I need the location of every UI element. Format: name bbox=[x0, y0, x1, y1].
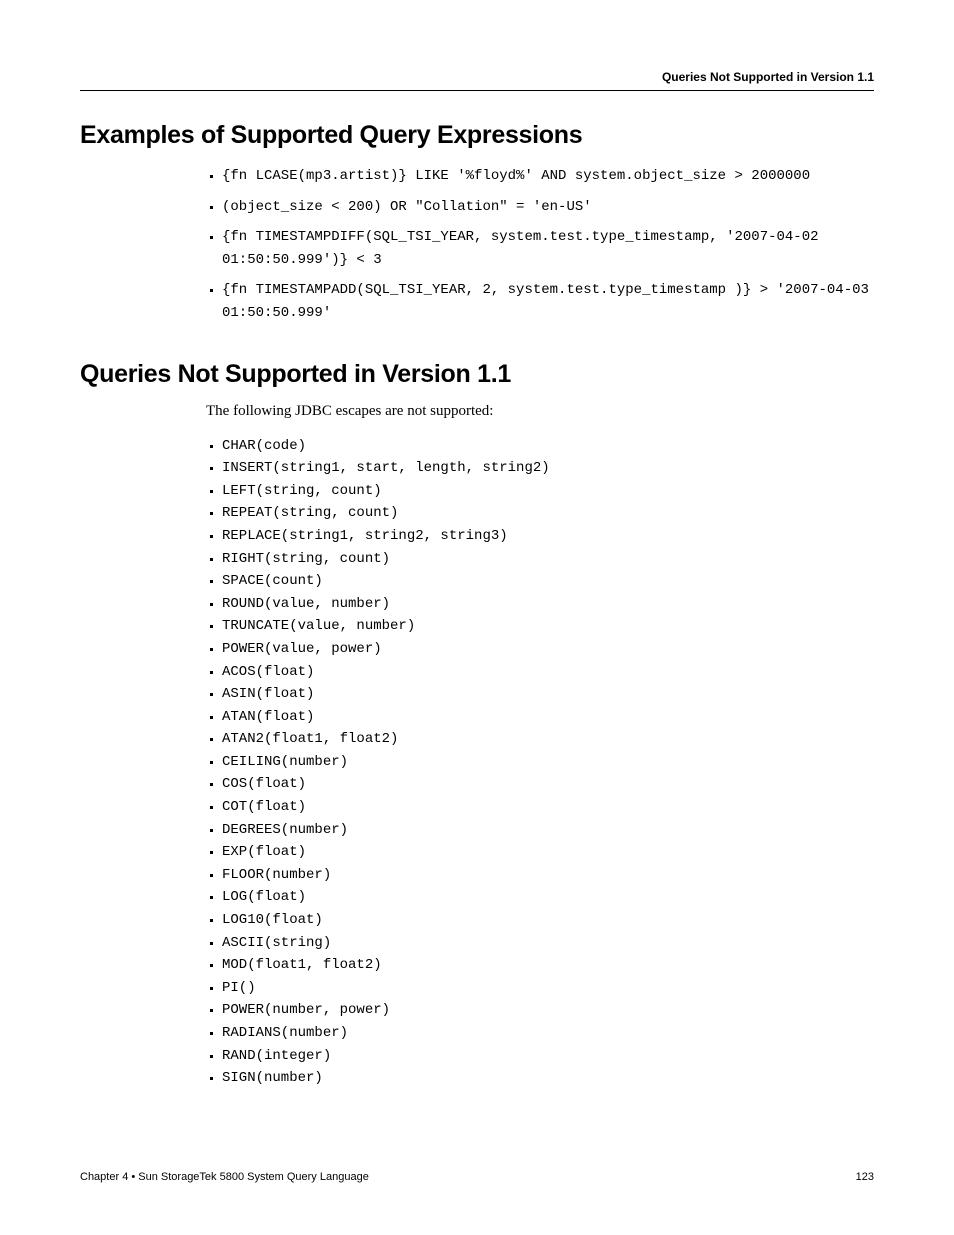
list-item: ACOS(float) bbox=[222, 660, 874, 683]
list-item: PI() bbox=[222, 976, 874, 999]
code-fn: COT(float) bbox=[222, 799, 306, 815]
code-fn: CHAR(code) bbox=[222, 438, 306, 454]
examples-list-block: {fn LCASE(mp3.artist)} LIKE '%floyd%' AN… bbox=[206, 164, 874, 324]
list-item: LEFT(string, count) bbox=[222, 479, 874, 502]
list-item: LOG(float) bbox=[222, 885, 874, 908]
list-item: FLOOR(number) bbox=[222, 863, 874, 886]
footer-page-number: 123 bbox=[856, 1171, 874, 1183]
code-fn: ACOS(float) bbox=[222, 664, 314, 680]
not-supported-list: CHAR(code) INSERT(string1, start, length… bbox=[206, 434, 874, 1089]
list-item: {fn TIMESTAMPADD(SQL_TSI_YEAR, 2, system… bbox=[222, 278, 874, 323]
list-item: COS(float) bbox=[222, 772, 874, 795]
code-fn: MOD(float1, float2) bbox=[222, 957, 382, 973]
list-item: COT(float) bbox=[222, 795, 874, 818]
code-fn: DEGREES(number) bbox=[222, 822, 348, 838]
page: Queries Not Supported in Version 1.1 Exa… bbox=[0, 0, 954, 1235]
code-fn: RAND(integer) bbox=[222, 1048, 331, 1064]
code-fn: LOG(float) bbox=[222, 889, 306, 905]
list-item: ATAN2(float1, float2) bbox=[222, 727, 874, 750]
code-fn: SPACE(count) bbox=[222, 573, 323, 589]
code-fn: ASIN(float) bbox=[222, 686, 314, 702]
list-item: {fn LCASE(mp3.artist)} LIKE '%floyd%' AN… bbox=[222, 164, 874, 187]
list-item: INSERT(string1, start, length, string2) bbox=[222, 456, 874, 479]
code-example: {fn LCASE(mp3.artist)} LIKE '%floyd%' AN… bbox=[222, 168, 810, 184]
running-header: Queries Not Supported in Version 1.1 bbox=[80, 70, 874, 91]
list-item: ASCII(string) bbox=[222, 931, 874, 954]
list-item: (object_size < 200) OR "Collation" = 'en… bbox=[222, 195, 874, 218]
code-fn: COS(float) bbox=[222, 776, 306, 792]
list-item: CHAR(code) bbox=[222, 434, 874, 457]
list-item: SIGN(number) bbox=[222, 1066, 874, 1089]
code-fn: TRUNCATE(value, number) bbox=[222, 618, 415, 634]
code-fn: POWER(number, power) bbox=[222, 1002, 390, 1018]
code-fn: SIGN(number) bbox=[222, 1070, 323, 1086]
list-item: MOD(float1, float2) bbox=[222, 953, 874, 976]
list-item: ATAN(float) bbox=[222, 705, 874, 728]
code-fn: LOG10(float) bbox=[222, 912, 323, 928]
code-fn: RADIANS(number) bbox=[222, 1025, 348, 1041]
list-item: RADIANS(number) bbox=[222, 1021, 874, 1044]
section-title-not-supported: Queries Not Supported in Version 1.1 bbox=[80, 360, 874, 389]
code-fn: EXP(float) bbox=[222, 844, 306, 860]
code-fn: PI() bbox=[222, 980, 256, 996]
code-example: {fn TIMESTAMPADD(SQL_TSI_YEAR, 2, system… bbox=[222, 282, 869, 321]
code-fn: REPEAT(string, count) bbox=[222, 505, 398, 521]
page-footer: Chapter 4 • Sun StorageTek 5800 System Q… bbox=[80, 1171, 874, 1183]
code-fn: INSERT(string1, start, length, string2) bbox=[222, 460, 550, 476]
code-example: {fn TIMESTAMPDIFF(SQL_TSI_YEAR, system.t… bbox=[222, 229, 819, 268]
code-example: (object_size < 200) OR "Collation" = 'en… bbox=[222, 199, 592, 215]
examples-list: {fn LCASE(mp3.artist)} LIKE '%floyd%' AN… bbox=[206, 164, 874, 324]
list-item: EXP(float) bbox=[222, 840, 874, 863]
code-fn: ATAN2(float1, float2) bbox=[222, 731, 398, 747]
code-fn: CEILING(number) bbox=[222, 754, 348, 770]
code-fn: ASCII(string) bbox=[222, 935, 331, 951]
code-fn: ATAN(float) bbox=[222, 709, 314, 725]
list-item: CEILING(number) bbox=[222, 750, 874, 773]
list-item: POWER(number, power) bbox=[222, 998, 874, 1021]
list-item: RIGHT(string, count) bbox=[222, 547, 874, 570]
list-item: REPEAT(string, count) bbox=[222, 501, 874, 524]
code-fn: ROUND(value, number) bbox=[222, 596, 390, 612]
code-fn: RIGHT(string, count) bbox=[222, 551, 390, 567]
list-item: TRUNCATE(value, number) bbox=[222, 614, 874, 637]
list-item: {fn TIMESTAMPDIFF(SQL_TSI_YEAR, system.t… bbox=[222, 225, 874, 270]
code-fn: POWER(value, power) bbox=[222, 641, 382, 657]
code-fn: REPLACE(string1, string2, string3) bbox=[222, 528, 508, 544]
list-item: LOG10(float) bbox=[222, 908, 874, 931]
code-fn: FLOOR(number) bbox=[222, 867, 331, 883]
list-item: RAND(integer) bbox=[222, 1044, 874, 1067]
code-fn: LEFT(string, count) bbox=[222, 483, 382, 499]
list-item: DEGREES(number) bbox=[222, 818, 874, 841]
running-title: Queries Not Supported in Version 1.1 bbox=[662, 70, 874, 84]
intro-text: The following JDBC escapes are not suppo… bbox=[206, 403, 874, 420]
list-item: SPACE(count) bbox=[222, 569, 874, 592]
list-item: POWER(value, power) bbox=[222, 637, 874, 660]
list-item: ASIN(float) bbox=[222, 682, 874, 705]
list-item: REPLACE(string1, string2, string3) bbox=[222, 524, 874, 547]
footer-chapter: Chapter 4 • Sun StorageTek 5800 System Q… bbox=[80, 1171, 369, 1183]
section-title-examples: Examples of Supported Query Expressions bbox=[80, 121, 874, 150]
not-supported-block: The following JDBC escapes are not suppo… bbox=[206, 403, 874, 1089]
list-item: ROUND(value, number) bbox=[222, 592, 874, 615]
